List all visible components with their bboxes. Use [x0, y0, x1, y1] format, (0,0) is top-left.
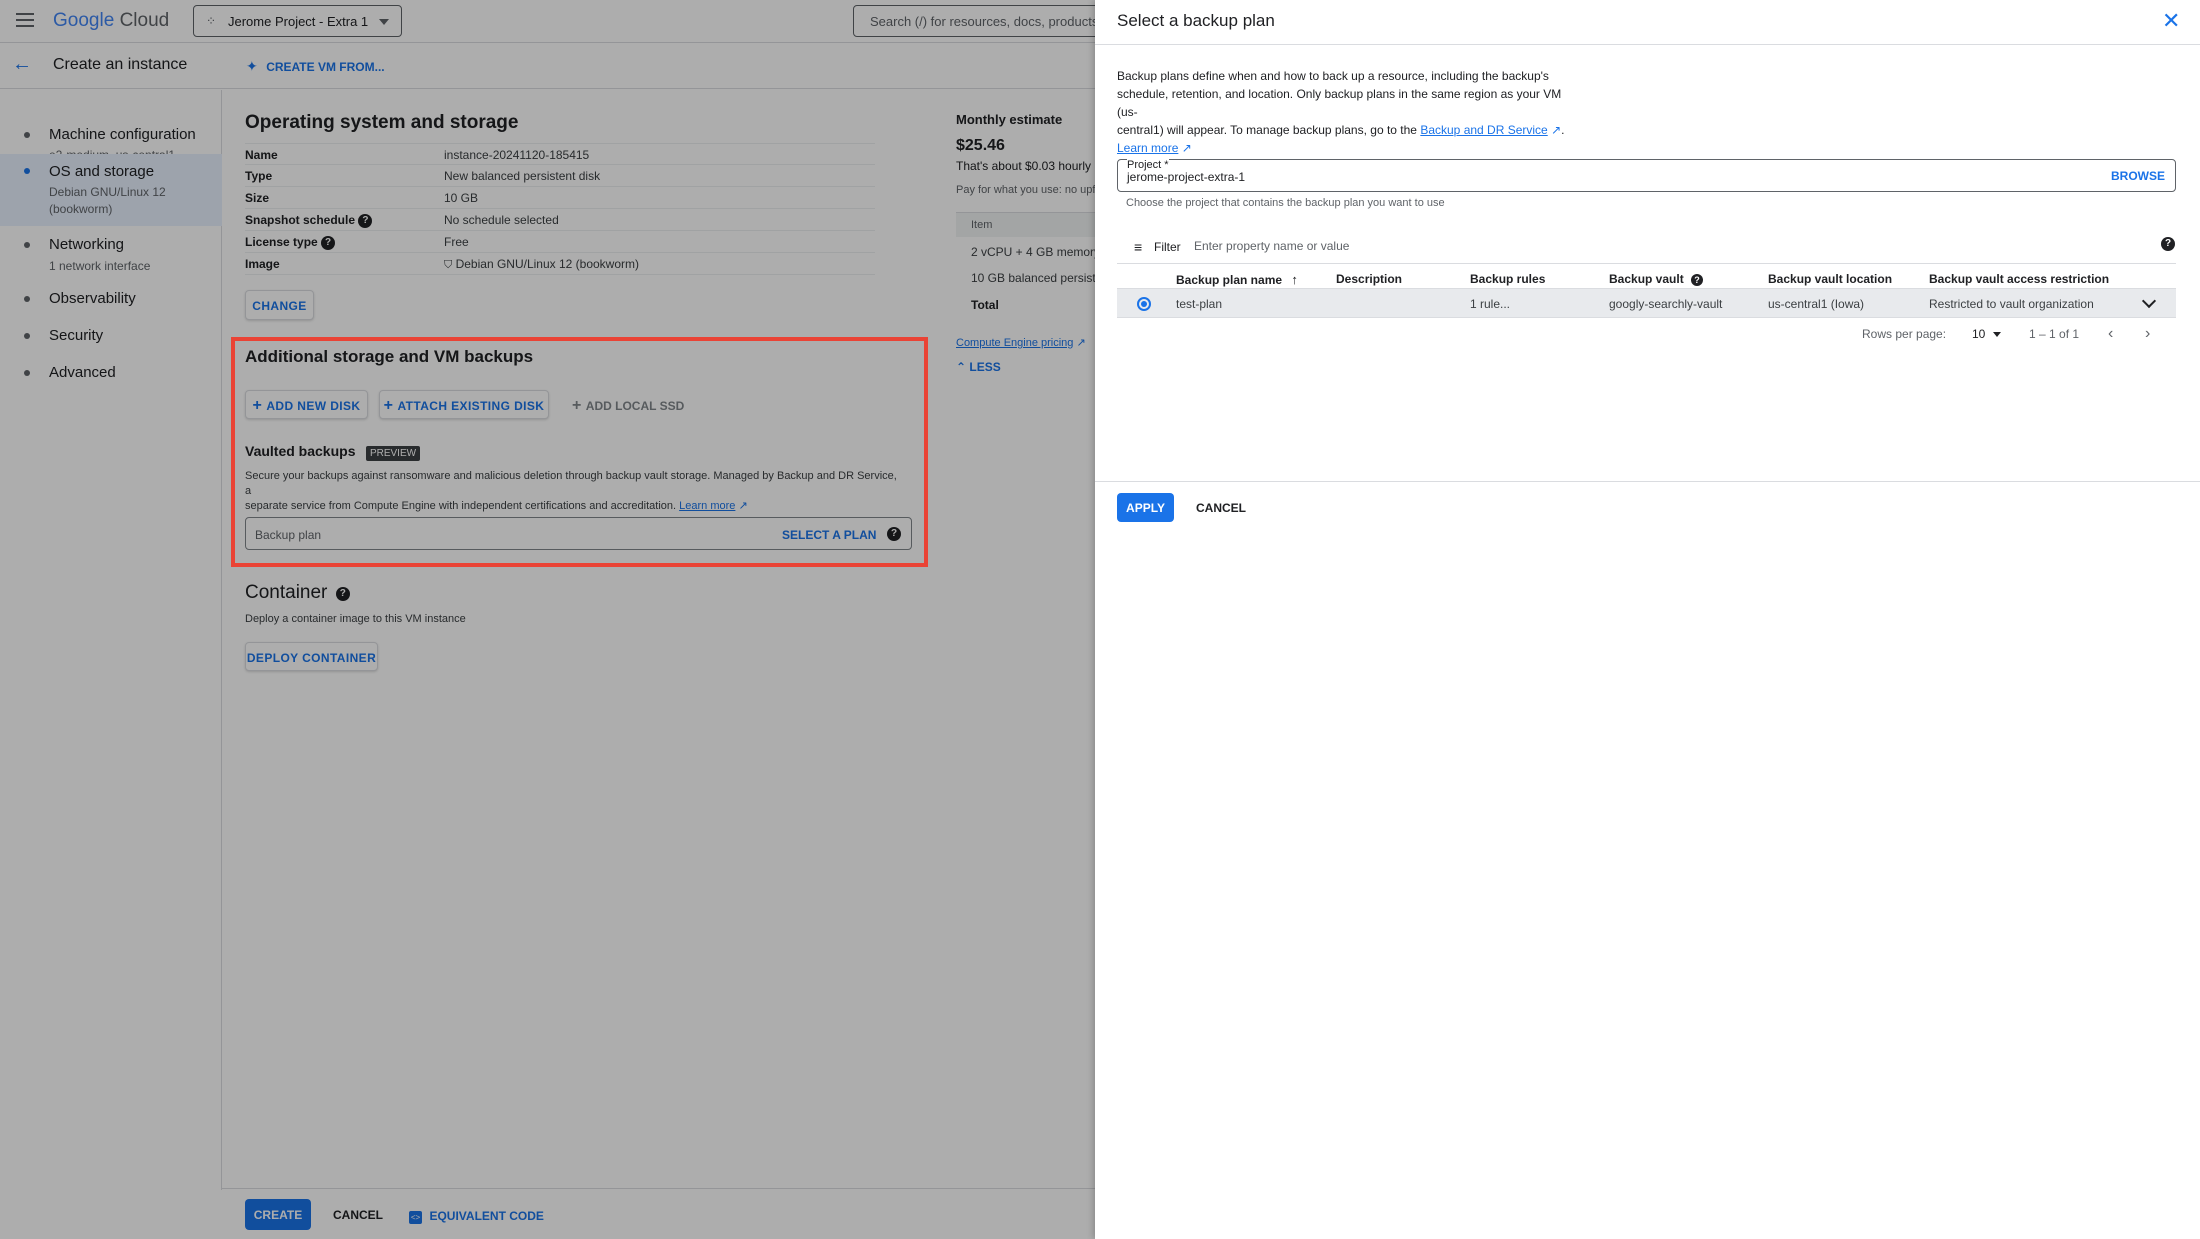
panel-desc-line1: Backup plans define when and how to back…: [1117, 69, 1549, 83]
col-backup-vault-location[interactable]: Backup vault location: [1768, 272, 1892, 286]
apply-button[interactable]: APPLY: [1117, 493, 1174, 522]
help-icon[interactable]: ?: [1691, 273, 1704, 286]
highlight-box: [231, 337, 928, 567]
learn-more-link: Learn more: [1117, 141, 1179, 155]
cell-backup-vault: googly-searchly-vault: [1609, 297, 1723, 311]
panel-learn-more[interactable]: Learn more ↗: [1117, 139, 1577, 157]
sort-arrow-up-icon: ↑: [1291, 272, 1298, 287]
col-label: Backup plan name: [1176, 273, 1283, 287]
col-description[interactable]: Description: [1336, 272, 1402, 286]
panel-header-divider: [1095, 44, 2200, 45]
col-backup-vault[interactable]: Backup vault ?: [1609, 272, 1704, 286]
pagination-range: 1 – 1 of 1: [2029, 327, 2080, 341]
filter-placeholder: Enter property name or value: [1194, 239, 1350, 253]
cell-vault-location: us-central1 (Iowa): [1768, 297, 1865, 311]
apply-button-label: APPLY: [1126, 501, 1165, 515]
col-backup-vault-access-restriction[interactable]: Backup vault access restriction: [1929, 272, 2109, 286]
panel-desc-text: central1) will appear. To manage backup …: [1117, 123, 1417, 137]
panel-cancel-button[interactable]: CANCEL: [1196, 501, 1246, 515]
row-radio-selected[interactable]: [1137, 297, 1151, 311]
col-backup-rules[interactable]: Backup rules: [1470, 272, 1545, 286]
panel-desc-line2: schedule, retention, and location. Only …: [1117, 87, 1562, 119]
external-link-icon: ↗: [1181, 141, 1192, 155]
cell-access-restriction: Restricted to vault organization: [1929, 297, 2094, 311]
rows-per-page-select[interactable]: 10: [1972, 327, 2001, 341]
browse-button[interactable]: BROWSE: [2111, 169, 2165, 183]
rows-per-page-label: Rows per page:: [1862, 327, 1947, 341]
select-backup-plan-panel: Select a backup plan ✕ Backup plans defi…: [1095, 0, 2200, 1239]
project-field-value: jerome-project-extra-1: [1127, 170, 1246, 184]
panel-footer-divider: [1095, 481, 2200, 482]
panel-desc-line3: central1) will appear. To manage backup …: [1117, 123, 1565, 137]
prev-page-icon[interactable]: ‹: [2108, 325, 2113, 343]
backup-dr-link[interactable]: Backup and DR Service: [1420, 123, 1547, 137]
filter-icon: ≡: [1134, 239, 1143, 255]
col-label: Backup vault: [1609, 272, 1684, 286]
rows-per-page-value: 10: [1972, 327, 1986, 341]
cell-plan-name: test-plan: [1176, 297, 1223, 311]
col-backup-plan-name[interactable]: Backup plan name ↑: [1176, 272, 1298, 287]
panel-description: Backup plans define when and how to back…: [1117, 67, 1577, 157]
filter-label: Filter: [1154, 240, 1181, 254]
external-link-icon: ↗: [1551, 123, 1562, 137]
next-page-icon[interactable]: ›: [2145, 325, 2150, 343]
cell-backup-rules: 1 rule...: [1470, 297, 1511, 311]
close-icon[interactable]: ✕: [2162, 8, 2180, 34]
radio-dot: [1141, 301, 1147, 307]
filter-bar[interactable]: ≡ Filter Enter property name or value ?: [1117, 228, 2176, 264]
dropdown-arrow-icon: [1992, 332, 2001, 338]
modal-scrim[interactable]: [0, 0, 1095, 1239]
help-icon[interactable]: ?: [2161, 237, 2175, 251]
project-hint: Choose the project that contains the bac…: [1126, 197, 1445, 209]
panel-title: Select a backup plan: [1117, 11, 1275, 30]
project-field[interactable]: Project * jerome-project-extra-1 BROWSE: [1117, 159, 2176, 192]
